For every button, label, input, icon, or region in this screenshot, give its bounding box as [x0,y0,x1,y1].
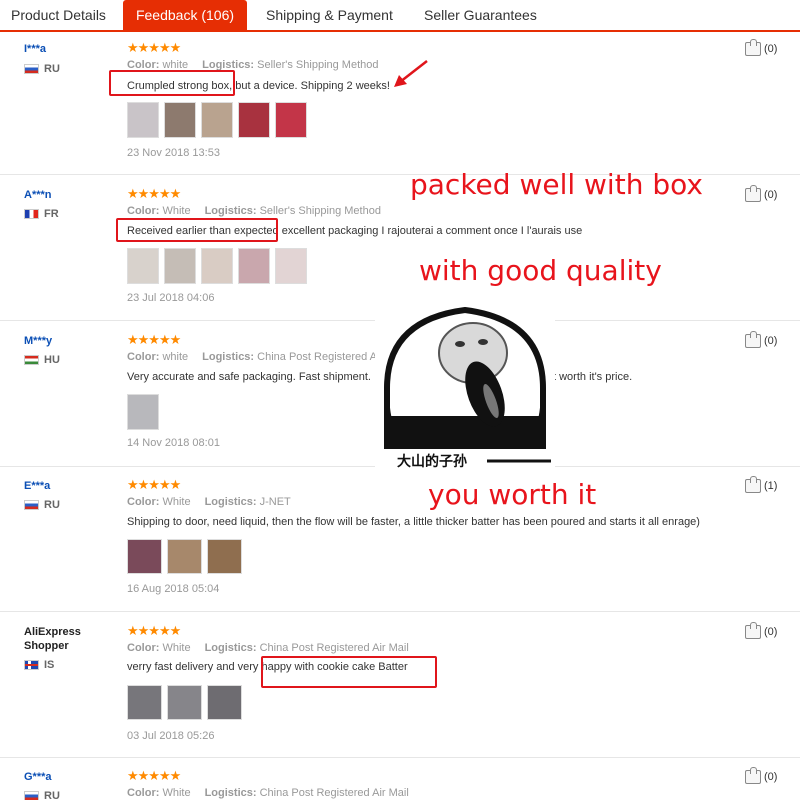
helpful-button[interactable]: (0) [745,39,777,56]
review-date: 14 Nov 2018 08:01 [127,437,220,449]
star-rating: ★★★★★ [127,477,181,492]
review-photo[interactable] [127,685,162,720]
tab-shipping-payment[interactable]: Shipping & Payment [266,0,393,32]
review-photo[interactable] [127,539,162,574]
review-photo[interactable] [164,102,196,138]
review-photo[interactable] [207,685,242,720]
helpful-button[interactable]: (0) [745,185,777,202]
meme-sticker: 大山的子孙 [375,298,555,476]
review-photo[interactable] [201,248,233,284]
reviewer-name[interactable]: E***a [24,479,114,493]
reviewer-country: HU [24,354,60,366]
review-text: Shipping to door, need liquid, then the … [127,516,700,528]
review-photo[interactable] [164,248,196,284]
review-date: 03 Jul 2018 05:26 [127,730,215,742]
review-meta: Color: white Logistics: China Post Regist… [127,351,384,363]
review-photo[interactable] [238,248,270,284]
review-photo[interactable] [275,248,307,284]
review-item: E***a RU ★★★★★ Color: White Logistics: J-… [0,476,800,612]
highlight-box [116,218,278,242]
tab-product-details[interactable]: Product Details [11,0,106,32]
meme-caption: 大山的子孙 [397,454,467,470]
helpful-button[interactable]: (1) [745,476,777,493]
flag-icon [24,355,39,365]
thumbs-up-icon [745,622,761,639]
review-photo[interactable] [201,102,233,138]
review-date: 23 Jul 2018 04:06 [127,292,215,304]
helpful-button[interactable]: (0) [745,622,777,639]
flag-icon [24,791,39,800]
reviewer-name[interactable]: G***a [24,770,114,784]
review-item: G***a RU ★★★★★ Color: White Logistics: Ch… [0,767,800,800]
reviewer-name[interactable]: AliExpress Shopper [24,625,114,653]
review-text: Very accurate and safe packaging. Fast s… [127,371,371,383]
flag-icon [24,64,39,74]
review-photo[interactable] [127,248,159,284]
review-photo[interactable] [275,102,307,138]
flag-icon [24,500,39,510]
reviewer-country: FR [24,208,59,220]
highlight-box [261,656,437,688]
reviewer-country: RU [24,63,60,75]
review-photo[interactable] [238,102,270,138]
thumbs-up-icon [745,767,761,784]
overlay-caption: with good quality [419,254,662,287]
review-photo[interactable] [127,102,159,138]
reviewer-name[interactable]: I***a [24,42,114,56]
review-photos [127,394,159,430]
review-text-tail: t worth it's price. [553,371,633,383]
star-rating: ★★★★★ [127,40,181,55]
review-photos [127,102,307,138]
review-photo[interactable] [207,539,242,574]
tab-feedback[interactable]: Feedback (106) [123,0,247,32]
reviewer-country: IS [24,659,54,671]
helpful-button[interactable]: (0) [745,331,777,348]
review-date: 23 Nov 2018 13:53 [127,147,220,159]
thumbs-up-icon [745,476,761,493]
reviewer-name[interactable]: M***y [24,334,114,348]
star-rating: ★★★★★ [127,186,181,201]
reviewer-country: RU [24,499,60,511]
review-meta: Color: White Logistics: China Post Regist… [127,642,409,654]
review-photo[interactable] [167,685,202,720]
tab-bar: Product Details Feedback (106) Shipping … [0,0,800,32]
overlay-caption: you worth it [428,478,597,511]
reviewer-name[interactable]: A***n [24,188,114,202]
review-photos [127,539,242,574]
star-rating: ★★★★★ [127,332,181,347]
review-item: AliExpress Shopper IS ★★★★★ Color: White… [0,622,800,758]
meme-face-icon [384,306,551,463]
review-photo[interactable] [167,539,202,574]
arrow-annotation-icon [394,60,428,87]
star-rating: ★★★★★ [127,623,181,638]
review-date: 16 Aug 2018 05:04 [127,583,220,595]
review-meta: Color: White Logistics: China Post Regist… [127,787,409,799]
review-photos [127,248,307,284]
review-meta: Color: White Logistics: J-NET [127,496,291,508]
thumbs-up-icon [745,39,761,56]
highlight-box [109,70,235,96]
thumbs-up-icon [745,331,761,348]
reviewer-country: RU [24,790,60,800]
review-photos [127,685,242,720]
tab-seller-guarantees[interactable]: Seller Guarantees [424,0,537,32]
overlay-caption: packed well with box [410,168,703,201]
star-rating: ★★★★★ [127,768,181,783]
flag-icon [24,209,39,219]
helpful-button[interactable]: (0) [745,767,777,784]
review-meta: Color: White Logistics: Seller's Shipping… [127,205,381,217]
flag-icon [24,660,39,670]
review-photo[interactable] [127,394,159,430]
thumbs-up-icon [745,185,761,202]
